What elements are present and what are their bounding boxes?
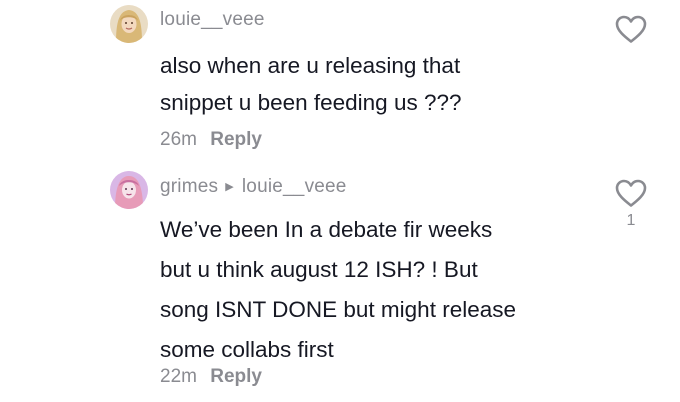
like-control <box>612 14 650 48</box>
avatar-image <box>110 171 148 209</box>
comment-list: louie__veee also when are u releasing th… <box>0 0 680 402</box>
comment-username[interactable]: louie__veee <box>160 9 265 31</box>
like-count: 1 <box>626 212 636 229</box>
comment-timestamp: 26m <box>160 129 197 150</box>
comment-text: We’ve been In a debate fir weeks but u t… <box>160 217 516 362</box>
like-control: 1 <box>612 178 650 230</box>
comment-author[interactable]: grimes <box>160 176 218 197</box>
heart-outline-icon[interactable] <box>614 14 648 44</box>
heart-outline-icon[interactable] <box>614 178 648 208</box>
comment-item: louie__veee also when are u releasing th… <box>0 0 680 170</box>
comment-meta: 26m Reply <box>160 129 262 151</box>
reply-button[interactable]: Reply <box>210 366 262 387</box>
comment-item: grimes ▶ louie__veee We’ve been In a debat… <box>0 168 680 402</box>
comment-meta: 22m Reply <box>160 366 262 388</box>
reply-button[interactable]: Reply <box>210 129 262 150</box>
triangle-right-icon: ▶ <box>225 181 234 193</box>
comment-timestamp: 22m <box>160 366 197 387</box>
reply-to-username[interactable]: louie__veee <box>242 176 347 197</box>
avatar[interactable] <box>110 5 148 43</box>
comment-text: also when are u releasing that snippet u… <box>160 53 462 115</box>
avatar-image <box>110 5 148 43</box>
avatar[interactable] <box>110 171 148 209</box>
comment-username: grimes ▶ louie__veee <box>160 176 347 198</box>
